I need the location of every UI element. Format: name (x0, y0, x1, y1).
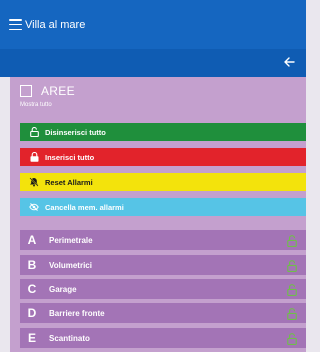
area-letter: C (27, 282, 37, 296)
clear-alarm-memory-button[interactable]: Cancella mem. allarmi (20, 198, 306, 216)
app-title: Villa al mare (25, 18, 86, 31)
lock-open-icon (287, 234, 297, 247)
areas-title: AREE (41, 84, 75, 98)
area-name: Scantinato (49, 333, 90, 343)
arm-all-label: Inserisci tutto (45, 152, 95, 162)
area-row[interactable]: D Barriere fronte (20, 303, 306, 323)
lock-open-icon (287, 259, 297, 272)
area-row[interactable]: E Scantinato (20, 328, 306, 348)
reset-alarms-button[interactable]: Reset Allarmi (20, 173, 306, 191)
arm-all-button[interactable]: Inserisci tutto (20, 148, 306, 166)
select-all-checkbox[interactable] (20, 85, 32, 97)
lock-open-icon (287, 283, 297, 296)
lock-open-icon (29, 127, 39, 137)
app-bar: Villa al mare (0, 0, 306, 49)
toolbar (0, 49, 306, 77)
area-name: Volumetrici (49, 260, 92, 270)
area-name: Perimetrale (49, 235, 93, 245)
area-name: Barriere fronte (49, 308, 105, 318)
lock-open-icon (287, 332, 297, 345)
areas-header: AREE Mostra tutto (10, 77, 306, 115)
hamburger-menu-icon[interactable] (9, 19, 22, 30)
area-name: Garage (49, 284, 77, 294)
bell-off-icon (29, 177, 39, 187)
lock-closed-icon (29, 152, 39, 162)
area-letter: E (27, 331, 36, 345)
lock-open-icon (287, 307, 297, 320)
back-arrow-icon[interactable] (281, 54, 297, 70)
area-row[interactable]: A Perimetrale (20, 230, 306, 250)
eye-off-icon (29, 202, 39, 212)
area-letter: A (27, 233, 37, 247)
show-all-link[interactable]: Mostra tutto (20, 102, 52, 108)
area-letter: D (27, 306, 37, 320)
reset-alarms-label: Reset Allarmi (45, 177, 93, 187)
disarm-all-button[interactable]: Disinserisci tutto (20, 123, 306, 141)
areas-panel: AREE Mostra tutto Disinserisci tutto Ins… (10, 77, 306, 352)
disarm-all-label: Disinserisci tutto (45, 127, 106, 137)
area-letter: B (27, 258, 37, 272)
area-row[interactable]: C Garage (20, 279, 306, 299)
clear-alarm-memory-label: Cancella mem. allarmi (45, 202, 124, 212)
area-row[interactable]: B Volumetrici (20, 255, 306, 275)
